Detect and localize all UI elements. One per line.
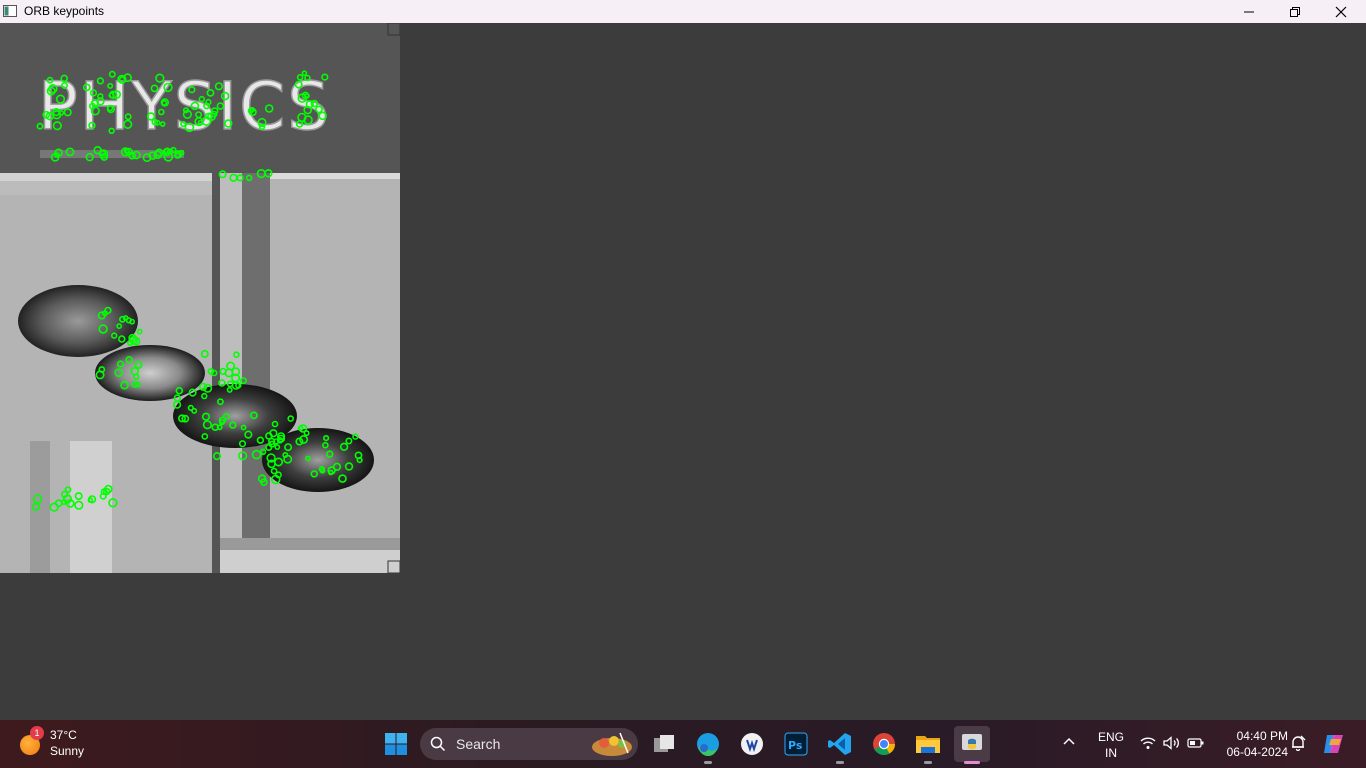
window-content: PHYSICS xyxy=(0,23,1366,720)
physics-heading: PHYSICS xyxy=(38,68,331,145)
language-code: ENG xyxy=(1097,730,1124,744)
task-view-button[interactable] xyxy=(646,726,682,762)
running-indicator xyxy=(924,761,932,764)
restore-button[interactable] xyxy=(1272,0,1318,23)
svg-text:Ps: Ps xyxy=(788,739,803,752)
language-region: IN xyxy=(1105,746,1117,760)
edge-icon xyxy=(697,733,719,757)
close-button[interactable] xyxy=(1318,0,1364,23)
chrome-icon xyxy=(873,733,895,755)
system-clock[interactable]: 04:40 PM 06-04-2024 xyxy=(1212,728,1288,760)
taskbar-app-python[interactable] xyxy=(954,726,990,764)
taskbar-app-chrome[interactable] xyxy=(866,726,902,762)
clock-time: 04:40 PM xyxy=(1236,729,1288,743)
window-title: ORB keypoints xyxy=(24,4,105,18)
weather-temperature: 37°C xyxy=(50,728,77,742)
input-language-indicator[interactable]: ENG IN xyxy=(1094,729,1128,761)
minimize-button[interactable] xyxy=(1226,0,1272,23)
chevron-up-icon[interactable] xyxy=(1062,736,1076,746)
taskbar-app-file-explorer[interactable] xyxy=(910,726,946,764)
search-icon xyxy=(430,736,446,752)
photoshop-icon: Ps xyxy=(784,732,808,756)
close-icon xyxy=(1335,6,1347,17)
volume-icon[interactable] xyxy=(1163,736,1181,750)
weather-condition: Sunny xyxy=(50,744,85,758)
copilot-icon[interactable] xyxy=(1321,731,1347,757)
search-placeholder: Search xyxy=(456,736,501,752)
wifi-icon[interactable] xyxy=(1140,736,1156,750)
window-titlebar: ORB keypoints xyxy=(0,0,1366,23)
keypoints-canvas: PHYSICS xyxy=(0,23,400,573)
windows-logo-icon xyxy=(385,733,407,755)
taskbar-search[interactable]: Search xyxy=(420,728,638,760)
notification-bell-icon[interactable] xyxy=(1290,735,1306,751)
taskbar-app-vscode[interactable] xyxy=(822,726,858,764)
running-indicator xyxy=(964,761,980,764)
battery-icon[interactable] xyxy=(1187,736,1205,750)
document-app-icon xyxy=(741,733,763,755)
weather-badge: 1 xyxy=(30,726,44,740)
task-view-icon xyxy=(654,735,674,752)
restore-icon xyxy=(1290,6,1300,17)
minimize-icon xyxy=(1244,11,1254,12)
folder-icon xyxy=(916,736,940,753)
taskbar: 1 37°C Sunny Search Ps ENG IN 04:40 PM 0… xyxy=(0,720,1366,768)
weather-widget[interactable]: 1 37°C Sunny xyxy=(18,726,118,762)
taskbar-app-photoshop[interactable]: Ps xyxy=(778,726,814,762)
search-highlight-art-icon xyxy=(592,732,632,756)
python-window-icon xyxy=(962,734,982,750)
orb-keypoints-image: PHYSICS xyxy=(0,23,400,573)
running-indicator xyxy=(704,761,712,764)
start-button[interactable] xyxy=(380,728,412,760)
running-indicator xyxy=(836,761,844,764)
taskbar-app-word-pad[interactable] xyxy=(734,726,770,762)
app-window-icon xyxy=(3,5,17,17)
taskbar-app-edge[interactable] xyxy=(690,726,726,764)
clock-date: 06-04-2024 xyxy=(1226,745,1288,759)
vscode-icon xyxy=(828,733,851,755)
